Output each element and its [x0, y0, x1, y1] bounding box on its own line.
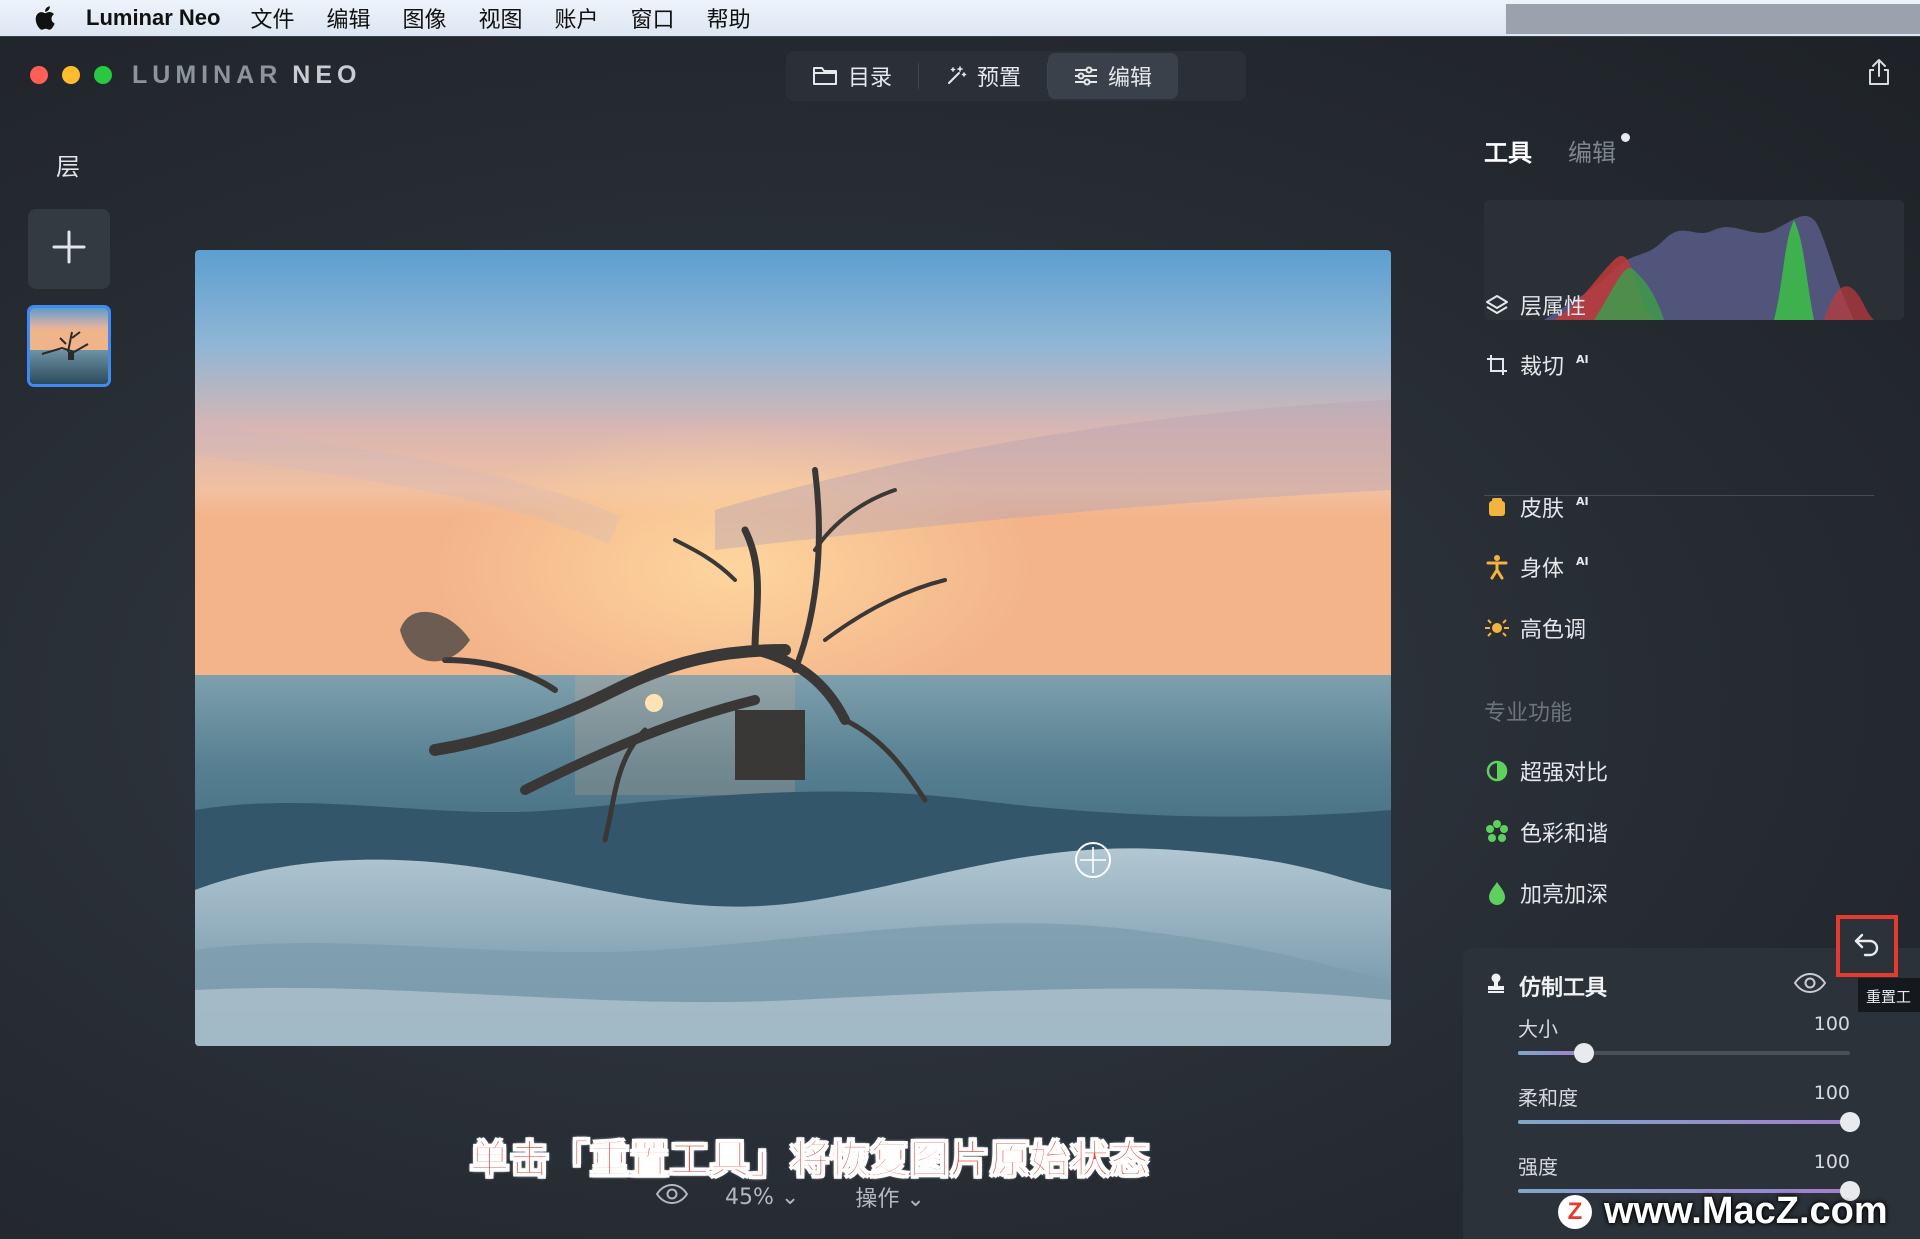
menu-help[interactable]: 帮助: [707, 2, 751, 34]
add-layer-button[interactable]: [28, 209, 110, 289]
slider-value: 100: [1813, 1082, 1850, 1104]
slider-value: 100: [1813, 1013, 1850, 1035]
magic-wand-icon: [945, 65, 967, 87]
mode-catalog-label: 目录: [848, 66, 893, 91]
watermark: Z www.MacZ.com: [1558, 1190, 1888, 1233]
zoom-window-button[interactable]: [94, 66, 112, 84]
photo-canvas[interactable]: [195, 250, 1391, 1046]
tool-supercontrast[interactable]: 超强对比: [1484, 755, 1608, 787]
undo-icon: [1853, 931, 1881, 961]
tool-label: 色彩和谐: [1520, 822, 1609, 847]
menu-view[interactable]: 视图: [479, 2, 523, 34]
plus-icon: [51, 229, 87, 269]
color-harmony-icon: [1484, 819, 1510, 845]
slider-value: 100: [1813, 1151, 1850, 1173]
zoom-value: 45%: [725, 1184, 774, 1210]
apple-icon[interactable]: [30, 4, 60, 32]
ai-badge: AI: [1576, 554, 1589, 568]
mode-edit-button[interactable]: 编辑: [1048, 53, 1179, 99]
app-window: LUMINAR NEO 目录 预置 编辑 层 45% ⌄ 操作 ⌄ 单击「重置工…: [0, 36, 1920, 1239]
tab-edits-label: 编辑: [1568, 139, 1616, 167]
ai-badge: AI: [1576, 352, 1589, 366]
share-icon: [1867, 58, 1891, 90]
reset-tooltip: 重置工: [1858, 978, 1920, 1012]
stamp-icon: [1485, 972, 1507, 1000]
mode-presets-label: 预置: [977, 66, 1022, 91]
layers-icon: [1484, 292, 1510, 318]
mode-switcher: 目录 预置 编辑: [786, 51, 1246, 101]
menu-file[interactable]: 文件: [250, 2, 294, 34]
tool-high-key[interactable]: 高色调: [1484, 612, 1586, 644]
actions-label: 操作: [855, 1187, 900, 1212]
brand-primary: LUMINAR: [132, 61, 283, 89]
tool-label: 加亮加深: [1520, 883, 1609, 908]
macz-logo-icon: Z: [1558, 1194, 1592, 1229]
tool-crop[interactable]: 裁切 AI: [1484, 349, 1589, 381]
mode-presets-button[interactable]: 预置: [919, 53, 1047, 99]
tool-label: 高色调: [1520, 618, 1587, 643]
zoom-dropdown[interactable]: 45% ⌄: [725, 1185, 799, 1210]
pro-section-title: 专业功能: [1484, 701, 1573, 726]
layers-title: 层: [56, 153, 80, 181]
close-window-button[interactable]: [30, 66, 48, 84]
eye-icon: [655, 1183, 689, 1211]
skin-icon: [1484, 494, 1510, 520]
tutorial-caption: 单击「重置工具」将恢复图片原始状态: [469, 1138, 1151, 1184]
brand-secondary: NEO: [292, 61, 362, 89]
share-button[interactable]: [1862, 57, 1896, 91]
menubar-status-area: [1506, 4, 1920, 34]
menubar: Luminar Neo 文件 编辑 图像 视图 账户 窗口 帮助: [0, 0, 1920, 36]
tool-body[interactable]: 身体 AI: [1484, 551, 1589, 583]
tab-tools[interactable]: 工具: [1484, 133, 1532, 168]
menu-image[interactable]: 图像: [403, 2, 447, 34]
slider-knob[interactable]: [1840, 1112, 1860, 1132]
tool-label: 身体: [1520, 557, 1565, 582]
crop-icon: [1484, 352, 1510, 378]
tool-layer-properties[interactable]: 层属性: [1484, 289, 1586, 321]
folder-icon: [812, 65, 838, 87]
mode-edit-label: 编辑: [1108, 66, 1153, 91]
tool-dodge-burn[interactable]: 加亮加深: [1484, 877, 1608, 909]
edits-badge: [1621, 133, 1630, 142]
panel-tabs: 工具 编辑: [1484, 133, 1630, 168]
tool-label: 层属性: [1520, 295, 1587, 320]
toggle-visibility-button[interactable]: [1793, 972, 1827, 998]
tool-color-harmony[interactable]: 色彩和谐: [1484, 816, 1608, 848]
tool-label: 超强对比: [1520, 761, 1609, 786]
watermark-text: www.MacZ.com: [1604, 1190, 1888, 1232]
menu-window[interactable]: 窗口: [631, 2, 675, 34]
eye-icon: [1793, 972, 1827, 998]
mode-catalog-button[interactable]: 目录: [786, 53, 918, 99]
body-icon: [1484, 554, 1510, 580]
slider-label: 强度: [1518, 1155, 1558, 1179]
slider-track[interactable]: [1518, 1043, 1850, 1063]
high-key-icon: [1484, 615, 1510, 641]
contrast-icon: [1484, 758, 1510, 784]
app-name-menu[interactable]: Luminar Neo: [86, 5, 220, 31]
chevron-down-icon: ⌄: [906, 1187, 925, 1212]
menu-account[interactable]: 账户: [555, 2, 599, 34]
before-after-toggle[interactable]: [655, 1183, 689, 1211]
tool-label: 皮肤: [1520, 497, 1565, 522]
menu-edit[interactable]: 编辑: [326, 2, 370, 34]
dodge-burn-icon: [1484, 880, 1510, 906]
slider-track[interactable]: [1518, 1112, 1860, 1132]
layer-thumbnail[interactable]: [27, 305, 111, 387]
actions-dropdown[interactable]: 操作 ⌄: [855, 1181, 924, 1213]
slider-label: 柔和度: [1518, 1086, 1578, 1110]
reset-tool-button[interactable]: [1836, 915, 1898, 977]
chevron-down-icon: ⌄: [780, 1184, 800, 1210]
slider-label: 大小: [1518, 1017, 1558, 1041]
tool-skin[interactable]: 皮肤 AI: [1484, 491, 1589, 523]
slider-fill: [1518, 1120, 1850, 1124]
ai-badge: AI: [1576, 494, 1589, 508]
tab-edits[interactable]: 编辑: [1568, 133, 1630, 168]
clone-tool-title: 仿制工具: [1485, 970, 1607, 1002]
brand-logo: LUMINAR NEO: [132, 61, 361, 90]
tool-label: 裁切: [1520, 355, 1565, 380]
sliders-icon: [1074, 66, 1098, 86]
minimize-window-button[interactable]: [62, 66, 80, 84]
title-bar: LUMINAR NEO 目录 预置 编辑: [0, 37, 1920, 113]
clone-title-label: 仿制工具: [1519, 976, 1608, 1001]
